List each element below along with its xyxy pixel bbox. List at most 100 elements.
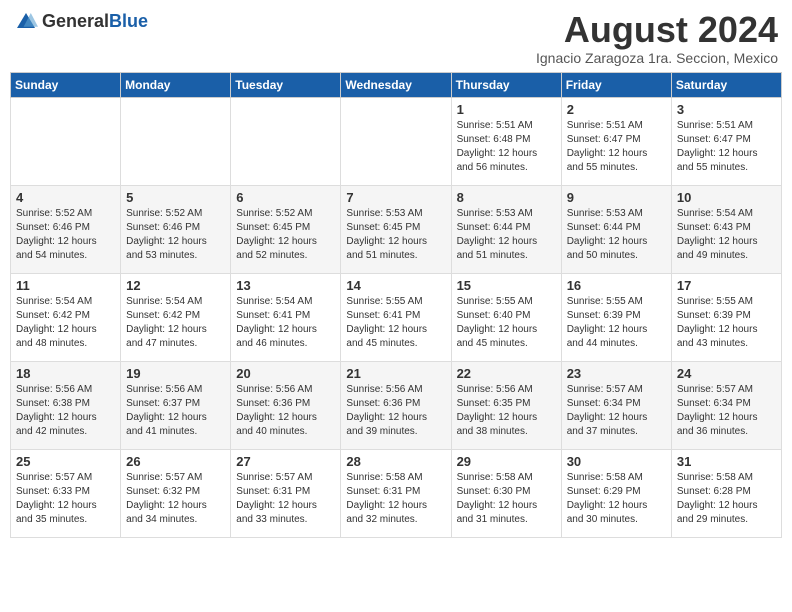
cell-content: Sunrise: 5:51 AM Sunset: 6:47 PM Dayligh… [677, 119, 776, 175]
day-number: 4 [16, 190, 115, 205]
calendar-cell: 16 Sunrise: 5:55 AM Sunset: 6:39 PM Dayli… [561, 273, 671, 361]
title-area: August 2024 Ignacio Zaragoza 1ra. Seccio… [536, 10, 778, 66]
cell-content: Sunrise: 5:58 AM Sunset: 6:31 PM Dayligh… [346, 471, 445, 527]
cell-content: Sunrise: 5:55 AM Sunset: 6:39 PM Dayligh… [567, 295, 666, 351]
calendar-cell: 2 Sunrise: 5:51 AM Sunset: 6:47 PM Daylig… [561, 97, 671, 185]
cell-content: Sunrise: 5:51 AM Sunset: 6:47 PM Dayligh… [567, 119, 666, 175]
logo-text-blue: Blue [109, 11, 148, 31]
calendar-cell: 17 Sunrise: 5:55 AM Sunset: 6:39 PM Dayli… [671, 273, 781, 361]
day-number: 5 [126, 190, 225, 205]
calendar-cell: 22 Sunrise: 5:56 AM Sunset: 6:35 PM Dayli… [451, 361, 561, 449]
day-number: 10 [677, 190, 776, 205]
calendar-cell: 5 Sunrise: 5:52 AM Sunset: 6:46 PM Daylig… [121, 185, 231, 273]
calendar-cell: 23Sunrise: 5:57 AM Sunset: 6:34 PM Dayli… [561, 361, 671, 449]
calendar-cell: 13 Sunrise: 5:54 AM Sunset: 6:41 PM Dayli… [231, 273, 341, 361]
cell-content: Sunrise: 5:54 AM Sunset: 6:43 PM Dayligh… [677, 207, 776, 263]
cell-content: Sunrise: 5:52 AM Sunset: 6:46 PM Dayligh… [16, 207, 115, 263]
day-number: 26 [126, 454, 225, 469]
cell-content: Sunrise: 5:54 AM Sunset: 6:42 PM Dayligh… [16, 295, 115, 351]
cell-content: Sunrise: 5:57 AM Sunset: 6:33 PM Dayligh… [16, 471, 115, 527]
calendar-week-2: 4 Sunrise: 5:52 AM Sunset: 6:46 PM Daylig… [11, 185, 782, 273]
cell-content: Sunrise: 5:55 AM Sunset: 6:41 PM Dayligh… [346, 295, 445, 351]
day-number: 16 [567, 278, 666, 293]
calendar-cell: 12Sunrise: 5:54 AM Sunset: 6:42 PM Dayli… [121, 273, 231, 361]
calendar-cell: 31 Sunrise: 5:58 AM Sunset: 6:28 PM Dayli… [671, 449, 781, 537]
day-number: 2 [567, 102, 666, 117]
day-number: 15 [457, 278, 556, 293]
logo-icon [14, 10, 38, 34]
calendar-cell: 6 Sunrise: 5:52 AM Sunset: 6:45 PM Daylig… [231, 185, 341, 273]
cell-content: Sunrise: 5:55 AM Sunset: 6:39 PM Dayligh… [677, 295, 776, 351]
calendar-cell: 26 Sunrise: 5:57 AM Sunset: 6:32 PM Dayli… [121, 449, 231, 537]
cell-content: Sunrise: 5:56 AM Sunset: 6:35 PM Dayligh… [457, 383, 556, 439]
header-friday: Friday [561, 72, 671, 97]
header-thursday: Thursday [451, 72, 561, 97]
calendar-cell: 27 Sunrise: 5:57 AM Sunset: 6:31 PM Dayli… [231, 449, 341, 537]
calendar-cell: 8 Sunrise: 5:53 AM Sunset: 6:44 PM Daylig… [451, 185, 561, 273]
cell-content: Sunrise: 5:58 AM Sunset: 6:29 PM Dayligh… [567, 471, 666, 527]
calendar-cell: 25 Sunrise: 5:57 AM Sunset: 6:33 PM Dayli… [11, 449, 121, 537]
day-number: 31 [677, 454, 776, 469]
day-number: 11 [16, 278, 115, 293]
day-number: 24 [677, 366, 776, 381]
day-number: 17 [677, 278, 776, 293]
calendar-cell: 28 Sunrise: 5:58 AM Sunset: 6:31 PM Dayli… [341, 449, 451, 537]
month-title: August 2024 [536, 10, 778, 50]
day-number: 8 [457, 190, 556, 205]
day-number: 22 [457, 366, 556, 381]
calendar-cell: 24 Sunrise: 5:57 AM Sunset: 6:34 PM Dayli… [671, 361, 781, 449]
cell-content: Sunrise: 5:52 AM Sunset: 6:46 PM Dayligh… [126, 207, 225, 263]
cell-content: Sunrise: 5:58 AM Sunset: 6:30 PM Dayligh… [457, 471, 556, 527]
logo-text-general: General [42, 11, 109, 31]
day-number: 18 [16, 366, 115, 381]
calendar-week-3: 11 Sunrise: 5:54 AM Sunset: 6:42 PM Dayli… [11, 273, 782, 361]
calendar-cell [121, 97, 231, 185]
calendar-cell [11, 97, 121, 185]
calendar-cell: 18Sunrise: 5:56 AM Sunset: 6:38 PM Dayli… [11, 361, 121, 449]
calendar-table: SundayMondayTuesdayWednesdayThursdayFrid… [10, 72, 782, 538]
cell-content: Sunrise: 5:57 AM Sunset: 6:34 PM Dayligh… [677, 383, 776, 439]
calendar-cell [341, 97, 451, 185]
day-number: 6 [236, 190, 335, 205]
day-number: 1 [457, 102, 556, 117]
day-number: 21 [346, 366, 445, 381]
cell-content: Sunrise: 5:52 AM Sunset: 6:45 PM Dayligh… [236, 207, 335, 263]
day-number: 28 [346, 454, 445, 469]
calendar-cell: 30 Sunrise: 5:58 AM Sunset: 6:29 PM Dayli… [561, 449, 671, 537]
calendar-week-5: 25 Sunrise: 5:57 AM Sunset: 6:33 PM Dayli… [11, 449, 782, 537]
cell-content: Sunrise: 5:56 AM Sunset: 6:37 PM Dayligh… [126, 383, 225, 439]
header-tuesday: Tuesday [231, 72, 341, 97]
page-header: GeneralBlue August 2024 Ignacio Zaragoza… [10, 10, 782, 66]
calendar-week-1: 1 Sunrise: 5:51 AM Sunset: 6:48 PM Daylig… [11, 97, 782, 185]
cell-content: Sunrise: 5:53 AM Sunset: 6:45 PM Dayligh… [346, 207, 445, 263]
calendar-header-row: SundayMondayTuesdayWednesdayThursdayFrid… [11, 72, 782, 97]
calendar-cell [231, 97, 341, 185]
cell-content: Sunrise: 5:58 AM Sunset: 6:28 PM Dayligh… [677, 471, 776, 527]
cell-content: Sunrise: 5:51 AM Sunset: 6:48 PM Dayligh… [457, 119, 556, 175]
calendar-week-4: 18Sunrise: 5:56 AM Sunset: 6:38 PM Dayli… [11, 361, 782, 449]
cell-content: Sunrise: 5:57 AM Sunset: 6:31 PM Dayligh… [236, 471, 335, 527]
calendar-cell: 9Sunrise: 5:53 AM Sunset: 6:44 PM Daylig… [561, 185, 671, 273]
day-number: 25 [16, 454, 115, 469]
day-number: 29 [457, 454, 556, 469]
day-number: 3 [677, 102, 776, 117]
calendar-cell: 3 Sunrise: 5:51 AM Sunset: 6:47 PM Daylig… [671, 97, 781, 185]
header-monday: Monday [121, 72, 231, 97]
cell-content: Sunrise: 5:57 AM Sunset: 6:32 PM Dayligh… [126, 471, 225, 527]
cell-content: Sunrise: 5:57 AM Sunset: 6:34 PM Dayligh… [567, 383, 666, 439]
calendar-cell: 1 Sunrise: 5:51 AM Sunset: 6:48 PM Daylig… [451, 97, 561, 185]
cell-content: Sunrise: 5:53 AM Sunset: 6:44 PM Dayligh… [457, 207, 556, 263]
calendar-cell: 19Sunrise: 5:56 AM Sunset: 6:37 PM Dayli… [121, 361, 231, 449]
calendar-cell: 7Sunrise: 5:53 AM Sunset: 6:45 PM Daylig… [341, 185, 451, 273]
header-wednesday: Wednesday [341, 72, 451, 97]
day-number: 14 [346, 278, 445, 293]
day-number: 9 [567, 190, 666, 205]
cell-content: Sunrise: 5:54 AM Sunset: 6:41 PM Dayligh… [236, 295, 335, 351]
day-number: 13 [236, 278, 335, 293]
calendar-cell: 15Sunrise: 5:55 AM Sunset: 6:40 PM Dayli… [451, 273, 561, 361]
day-number: 30 [567, 454, 666, 469]
day-number: 27 [236, 454, 335, 469]
calendar-cell: 14 Sunrise: 5:55 AM Sunset: 6:41 PM Dayli… [341, 273, 451, 361]
header-saturday: Saturday [671, 72, 781, 97]
calendar-cell: 4 Sunrise: 5:52 AM Sunset: 6:46 PM Daylig… [11, 185, 121, 273]
